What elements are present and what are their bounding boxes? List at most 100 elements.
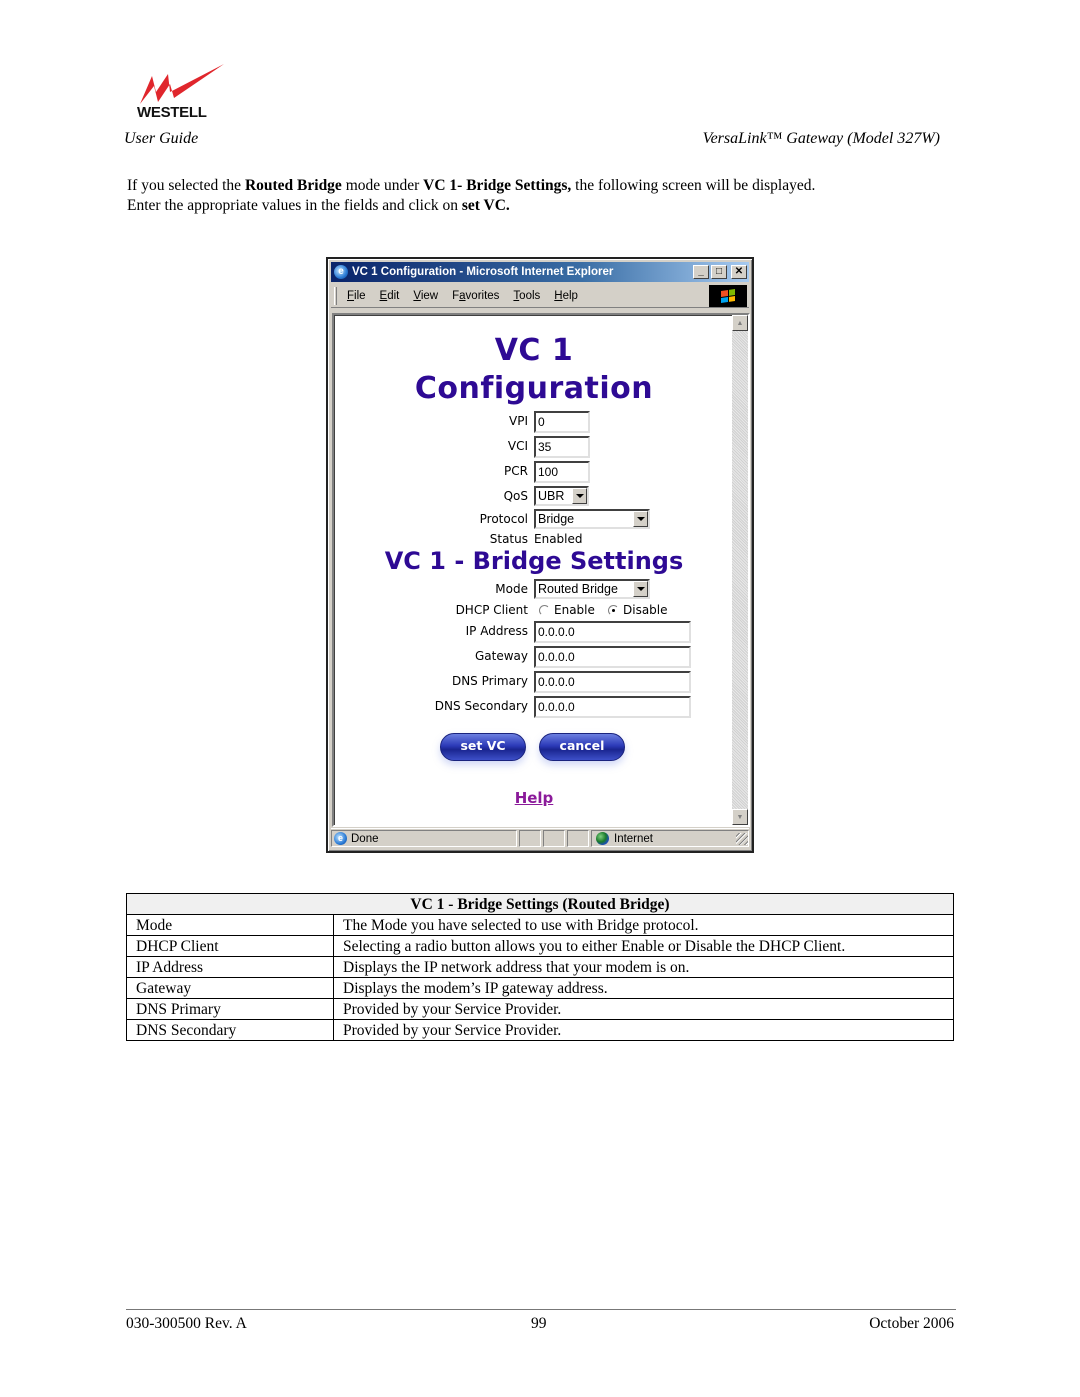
menu-help[interactable]: Help [554,290,578,302]
browser-window: e VC 1 Configuration - Microsoft Interne… [326,257,754,853]
mode-label: Mode [495,582,528,596]
gateway-input[interactable]: 0.0.0.0 [534,646,691,668]
chevron-down-icon[interactable] [633,511,648,527]
pcr-row: PCR 100 [334,461,734,483]
gateway-label: Gateway [474,649,528,663]
globe-icon [596,832,609,845]
status-text-cell: e Done [331,830,517,847]
row-name: DHCP Client [126,935,334,957]
ip-address-input[interactable]: 0.0.0.0 [534,621,691,643]
vpi-row: VPI 0 [334,411,734,433]
row-desc: The Mode you have selected to use with B… [333,914,954,936]
table-row: DHCP Client Selecting a radio button allo… [126,935,954,957]
qos-row: QoS UBR [334,486,734,508]
table-title: VC 1 - Bridge Settings (Routed Bridge) [126,893,954,915]
intro-text: mode under [341,177,424,194]
ie-icon: e [334,265,348,279]
row-name: DNS Primary [126,998,334,1020]
ip-row: IP Address 0.0.0.0 [334,621,734,643]
dhcp-disable-label: Disable [623,603,668,617]
dns-primary-row: DNS Primary 0.0.0.0 [334,671,734,693]
page-title-line2: Configuration [414,371,654,406]
vertical-scrollbar[interactable]: ▲ ▼ [732,315,748,825]
zone-text: Internet [614,832,653,845]
protocol-label: Protocol [479,512,528,526]
action-buttons: set VC cancel [334,733,734,773]
status-bar: e Done Internet [331,828,749,848]
table-row: IP Address Displays the IP network addres… [126,956,954,978]
vpi-label: VPI [509,414,528,428]
minimize-button[interactable]: _ [693,265,709,279]
row-desc: Displays the IP network address that you… [333,956,954,978]
pcr-label: PCR [504,464,528,478]
header-product: VersaLink™ Gateway (Model 327W) [702,130,940,147]
dns-primary-input[interactable]: 0.0.0.0 [534,671,691,693]
zone-cell: Internet [591,830,749,847]
menu-bar: File Edit View Favorites Tools Help [331,284,749,308]
cancel-button[interactable]: cancel [539,733,625,761]
toolbar-grip[interactable] [334,286,337,305]
table-row: DNS Primary Provided by your Service Prov… [126,998,954,1020]
chevron-down-icon[interactable] [572,488,587,504]
close-button[interactable]: ✕ [731,265,747,279]
radio-on-icon [608,604,619,616]
page-viewport: VC 1 Configuration VPI 0 VCI 35 PCR 100 … [332,313,750,827]
row-desc: Provided by your Service Provider. [333,1019,954,1041]
status-text: Done [351,832,379,845]
menu-edit[interactable]: Edit [380,290,400,302]
gateway-row: Gateway 0.0.0.0 [334,646,734,668]
help-link[interactable]: Help [334,789,734,807]
vci-input[interactable]: 35 [534,436,590,458]
table-row: Gateway Displays the modem’s IP gateway a… [126,977,954,999]
window-title: VC 1 Configuration - Microsoft Internet … [352,266,614,278]
scroll-up-icon[interactable]: ▲ [732,315,748,331]
menu-view[interactable]: View [413,290,438,302]
bridge-settings-title: VC 1 - Bridge Settings [384,547,684,575]
scroll-down-icon[interactable]: ▼ [732,809,748,825]
status-value: Enabled [534,532,583,546]
vci-row: VCI 35 [334,436,734,458]
pcr-input[interactable]: 100 [534,461,590,483]
mode-row: Mode Routed Bridge [334,579,734,601]
protocol-select[interactable]: Bridge [534,509,650,529]
status-cell [543,830,565,847]
vc-config-page: VC 1 Configuration VPI 0 VCI 35 PCR 100 … [334,315,734,825]
qos-select[interactable]: UBR [534,486,589,506]
table-row: Mode The Mode you have selected to use wi… [126,914,954,936]
protocol-row: Protocol Bridge [334,509,734,531]
dhcp-enable-radio[interactable]: Enable [539,603,595,617]
page-title-line1: VC 1 [494,333,574,368]
intro-text: the following screen will be displayed. [571,177,816,194]
menu-tools[interactable]: Tools [513,290,540,302]
resize-grip-icon[interactable] [736,832,748,845]
mode-select[interactable]: Routed Bridge [534,579,650,599]
intro-paragraph: If you selected the Routed Bridge mode u… [127,176,947,216]
dns-secondary-label: DNS Secondary [434,699,528,713]
chevron-down-icon[interactable] [633,581,648,597]
menu-file[interactable]: File [347,290,366,302]
set-vc-button[interactable]: set VC [440,733,526,761]
menu-favorites[interactable]: Favorites [452,290,499,302]
row-desc: Provided by your Service Provider. [333,998,954,1020]
maximize-button[interactable]: □ [711,265,727,279]
header-doc-type: User Guide [124,130,199,147]
dns-secondary-input[interactable]: 0.0.0.0 [534,696,691,718]
row-desc: Selecting a radio button allows you to e… [333,935,954,957]
intro-bold: VC 1- Bridge Settings, [423,177,572,194]
dhcp-disable-radio[interactable]: Disable [608,603,668,617]
mode-value: Routed Bridge [538,582,618,596]
vci-label: VCI [507,439,528,453]
status-cell [567,830,589,847]
qos-label: QoS [503,489,528,503]
status-cell [519,830,541,847]
qos-value: UBR [538,489,565,503]
row-name: IP Address [126,956,334,978]
dhcp-enable-label: Enable [554,603,595,617]
windows-logo-icon [709,285,747,307]
title-bar: e VC 1 Configuration - Microsoft Interne… [331,262,749,282]
footer-page-number: 99 [531,1315,547,1332]
status-label: Status [489,532,528,546]
intro-bold: set VC. [461,197,510,214]
row-name: DNS Secondary [126,1019,334,1041]
vpi-input[interactable]: 0 [534,411,590,433]
